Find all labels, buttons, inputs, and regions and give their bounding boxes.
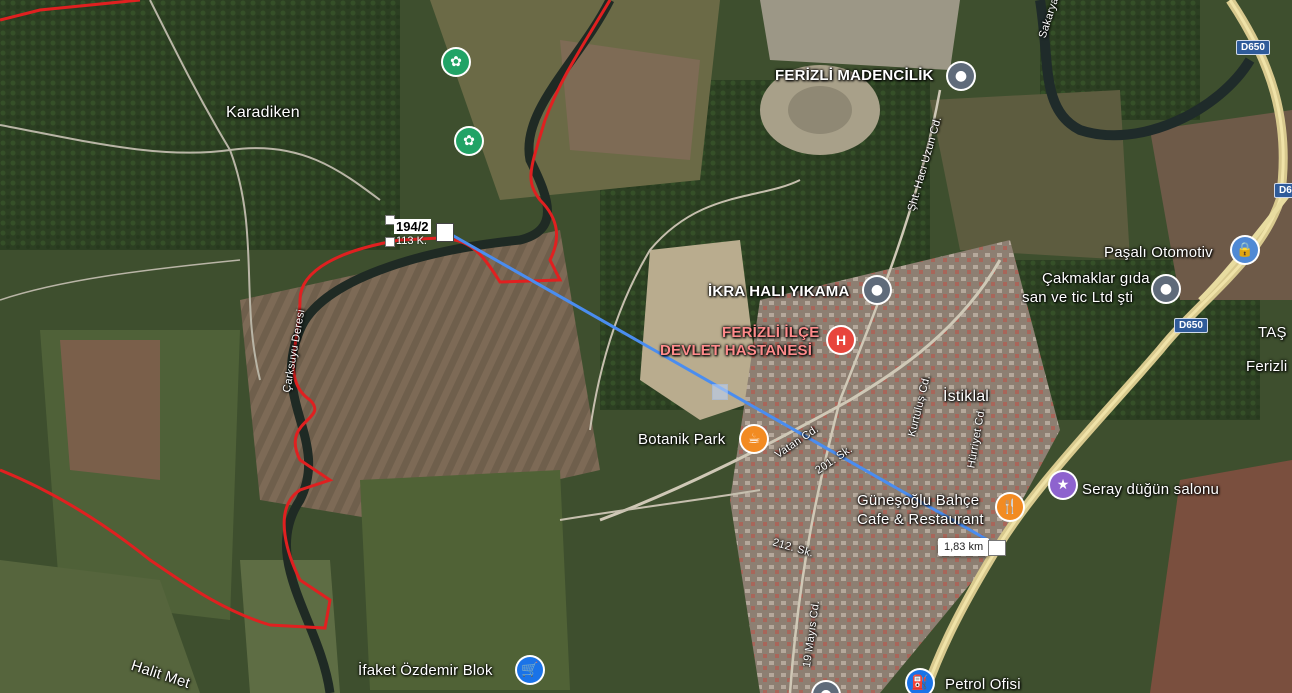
parcel-number: 194/2 xyxy=(394,219,431,234)
location-pin-icon[interactable]: ● xyxy=(1153,276,1179,302)
map-view[interactable]: 194/2 113 K. 1,83 km Karadiken FERİZLİ M… xyxy=(0,0,1292,693)
satellite-imagery xyxy=(0,0,1292,693)
place-label-tas: TAŞ xyxy=(1258,324,1287,341)
road-shield-d650-mid: D650 xyxy=(1174,318,1208,333)
place-label-pasali[interactable]: Paşalı Otomotiv xyxy=(1104,244,1213,261)
location-pin-icon[interactable]: ● xyxy=(864,277,890,303)
place-label-ferizli-right: Ferizli xyxy=(1246,358,1288,375)
place-label-ifaket[interactable]: İfaket Özdemir Blok xyxy=(358,662,493,679)
road-shield-d650-top: D650 xyxy=(1236,40,1270,55)
shopping-cart-icon[interactable]: 🛒 xyxy=(517,657,543,683)
place-label-gunesoglu-line2[interactable]: Cafe & Restaurant xyxy=(857,511,984,528)
location-pin-icon[interactable]: ● xyxy=(948,63,974,89)
parcel-sub-label: 113 K. xyxy=(396,235,427,247)
place-label-cakmaklar-line1[interactable]: Çakmaklar gıda xyxy=(1042,270,1150,287)
place-label-hastane-line2[interactable]: DEVLET HASTANESİ xyxy=(660,342,812,359)
place-label-ikra[interactable]: İKRA HALI YIKAMA xyxy=(708,283,850,300)
event-venue-icon[interactable]: ★ xyxy=(1050,472,1076,498)
hospital-icon[interactable]: H xyxy=(828,327,854,353)
distance-label: 1,83 km xyxy=(938,538,990,556)
lock-icon[interactable]: 🔒 xyxy=(1232,237,1258,263)
village-label-karadiken: Karadiken xyxy=(226,104,300,121)
measure-midpoint-handle[interactable] xyxy=(712,384,728,400)
neighborhood-label-istiklal: İstiklal xyxy=(943,388,990,405)
place-label-hastane-line1[interactable]: FERİZLİ İLÇE xyxy=(722,324,819,341)
measure-end-handle[interactable] xyxy=(988,540,1006,556)
measure-anchor-handle[interactable] xyxy=(436,223,454,242)
gas-station-icon[interactable]: ⛽ xyxy=(907,670,933,693)
place-label-cakmaklar-line2[interactable]: san ve tic Ltd şti xyxy=(1022,289,1133,306)
place-label-seray[interactable]: Seray düğün salonu xyxy=(1082,481,1219,498)
flower-icon[interactable]: ✿ xyxy=(443,49,469,75)
restaurant-fork-knife-icon[interactable]: 🍴 xyxy=(997,494,1023,520)
flower-icon[interactable]: ✿ xyxy=(456,128,482,154)
place-label-botanik[interactable]: Botanik Park xyxy=(638,431,725,448)
parcel-corner-handle[interactable] xyxy=(385,237,395,247)
place-label-ferizli-madencilik[interactable]: FERİZLİ MADENCİLİK xyxy=(775,67,934,84)
place-label-gunesoglu-line1[interactable]: Güneşoğlu Bahçe xyxy=(857,492,979,509)
place-label-petrol[interactable]: Petrol Ofisi xyxy=(945,676,1021,693)
road-shield-d650-right: D6 xyxy=(1274,183,1292,198)
cafe-cup-icon[interactable]: ☕ xyxy=(741,426,767,452)
